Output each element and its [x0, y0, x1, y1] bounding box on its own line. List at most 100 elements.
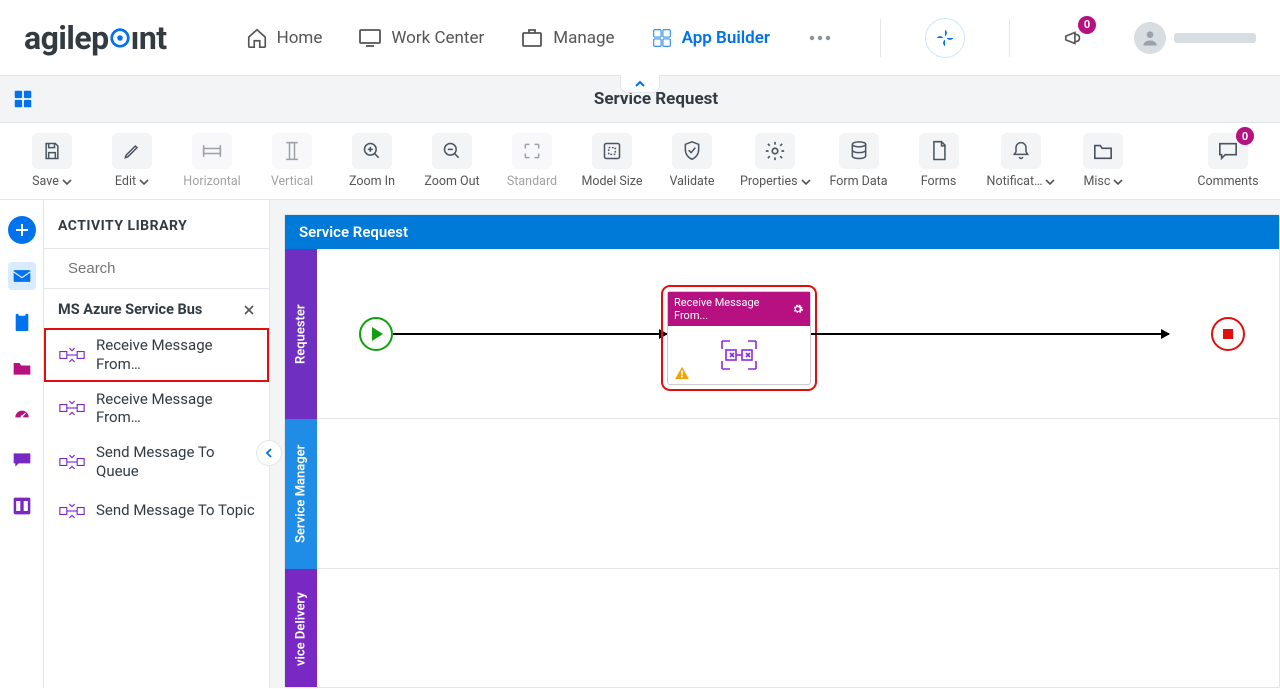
gauge-icon	[12, 404, 32, 424]
announcements-button[interactable]: 0	[1054, 18, 1094, 58]
user-menu[interactable]	[1134, 22, 1256, 54]
grid-icon	[651, 27, 673, 49]
gear-icon	[764, 140, 786, 162]
clipboard-icon	[13, 311, 31, 333]
rail-layout-button[interactable]	[8, 492, 36, 520]
comment-icon	[1217, 141, 1239, 161]
tool-forms[interactable]: Forms	[903, 131, 975, 191]
activity-glyph-icon	[58, 341, 86, 369]
activity-body-icon	[716, 337, 762, 373]
edge	[811, 333, 1169, 335]
save-icon	[42, 141, 62, 161]
left-rail	[0, 200, 44, 688]
tool-model-size-label: Model Size	[581, 174, 642, 189]
rail-folder-button[interactable]	[8, 354, 36, 382]
library-group-close[interactable]	[243, 304, 255, 316]
top-navbar: agilepınt Home Work Center Manage App Bu…	[0, 0, 1280, 76]
nav-app-builder-label: App Builder	[682, 28, 770, 48]
tool-vertical: Vertical	[256, 131, 328, 191]
activity-receive-message[interactable]: Receive Message From...	[667, 291, 811, 385]
nav-work-center[interactable]: Work Center	[356, 22, 486, 54]
apps-switcher[interactable]	[8, 84, 38, 114]
align-vertical-icon	[284, 141, 300, 161]
align-horizontal-icon	[202, 143, 222, 159]
canvas-title: Service Request	[285, 215, 1279, 249]
library-item-receive-1[interactable]: Receive Message From…	[44, 328, 269, 382]
library-item-receive-2[interactable]: Receive Message From…	[44, 382, 269, 436]
process-canvas: Service Request Requester Service Manage…	[284, 214, 1280, 688]
lane-rows: Receive Message From...	[317, 249, 1279, 687]
tool-form-data-label: Form Data	[829, 174, 887, 189]
tool-zoom-in-label: Zoom In	[349, 174, 395, 189]
tool-model-size[interactable]: Model Size	[576, 131, 648, 191]
activity-title: Receive Message From...	[674, 296, 792, 322]
gear-icon[interactable]	[792, 303, 804, 315]
tool-standard-label: Standard	[507, 174, 557, 189]
pencil-icon	[122, 141, 142, 161]
ai-assistant-button[interactable]	[925, 18, 965, 58]
end-node[interactable]	[1211, 317, 1245, 351]
tool-notifications-label: Notificat…	[987, 174, 1043, 189]
tool-validate[interactable]: Validate	[656, 131, 728, 191]
activity-glyph-icon	[58, 448, 86, 476]
lane-row-requester[interactable]: Receive Message From...	[317, 249, 1279, 419]
library-group-header[interactable]: MS Azure Service Bus	[44, 289, 269, 328]
rail-add-button[interactable]	[8, 216, 36, 244]
library-item-label: Receive Message From…	[96, 390, 255, 428]
ellipsis-icon	[809, 35, 831, 41]
header-collapse-toggle[interactable]	[620, 75, 660, 93]
activity-library-panel: ACTIVITY LIBRARY MS Azure Service Bus Re…	[44, 200, 270, 688]
edge	[393, 333, 667, 335]
warning-icon	[674, 366, 690, 380]
tool-properties[interactable]: Properties	[736, 131, 815, 191]
lane-row-manager[interactable]	[317, 419, 1279, 569]
tool-save-label: Save	[32, 174, 59, 189]
database-icon	[849, 140, 869, 162]
lane-row-delivery[interactable]	[317, 569, 1279, 687]
lane-service-manager[interactable]: Service Manager	[285, 419, 317, 569]
home-icon	[246, 27, 268, 49]
nav-manage[interactable]: Manage	[518, 21, 616, 55]
library-item-send-topic[interactable]: Send Message To Topic	[44, 489, 269, 533]
chevron-down-icon	[1113, 177, 1123, 187]
tool-zoom-out[interactable]: Zoom Out	[416, 131, 488, 191]
tool-comments[interactable]: 0 Comments	[1192, 131, 1264, 191]
tool-zoom-out-label: Zoom Out	[424, 174, 479, 189]
lane-service-delivery[interactable]: vice Delivery	[285, 569, 317, 687]
workspace: ACTIVITY LIBRARY MS Azure Service Bus Re…	[0, 200, 1280, 688]
tool-edit[interactable]: Edit	[96, 131, 168, 191]
zoom-in-icon	[362, 141, 382, 161]
folder-icon	[12, 359, 32, 377]
rail-inbox-button[interactable]	[8, 262, 36, 290]
layout-icon	[12, 496, 32, 516]
rail-clipboard-button[interactable]	[8, 308, 36, 336]
start-node[interactable]	[359, 317, 393, 351]
nav-home[interactable]: Home	[244, 21, 325, 55]
tool-vertical-label: Vertical	[271, 174, 313, 189]
library-item-send-queue[interactable]: Send Message To Queue	[44, 435, 269, 489]
library-search-input[interactable]	[66, 259, 269, 278]
nav-more[interactable]	[804, 22, 836, 54]
folder-icon	[1092, 141, 1114, 161]
tool-misc[interactable]: Misc	[1067, 131, 1139, 191]
library-collapse-toggle[interactable]	[256, 440, 282, 466]
plus-icon	[15, 223, 29, 237]
nav-app-builder[interactable]: App Builder	[649, 21, 772, 55]
tool-zoom-in[interactable]: Zoom In	[336, 131, 408, 191]
tool-edit-label: Edit	[115, 174, 136, 189]
fit-standard-icon	[522, 141, 542, 161]
lane-requester[interactable]: Requester	[285, 249, 317, 419]
user-name-placeholder	[1174, 33, 1256, 43]
tool-form-data[interactable]: Form Data	[823, 131, 895, 191]
tool-notifications[interactable]: Notificat…	[983, 131, 1060, 191]
divider	[1009, 19, 1010, 57]
tool-save[interactable]: Save	[16, 131, 88, 191]
activity-body	[668, 326, 810, 384]
chevron-up-icon	[634, 78, 646, 90]
nav-home-label: Home	[277, 28, 323, 48]
rail-monitor-button[interactable]	[8, 400, 36, 428]
tool-misc-label: Misc	[1083, 174, 1110, 189]
library-group-label: MS Azure Service Bus	[58, 301, 202, 318]
rail-chat-button[interactable]	[8, 446, 36, 474]
zoom-out-icon	[442, 141, 462, 161]
